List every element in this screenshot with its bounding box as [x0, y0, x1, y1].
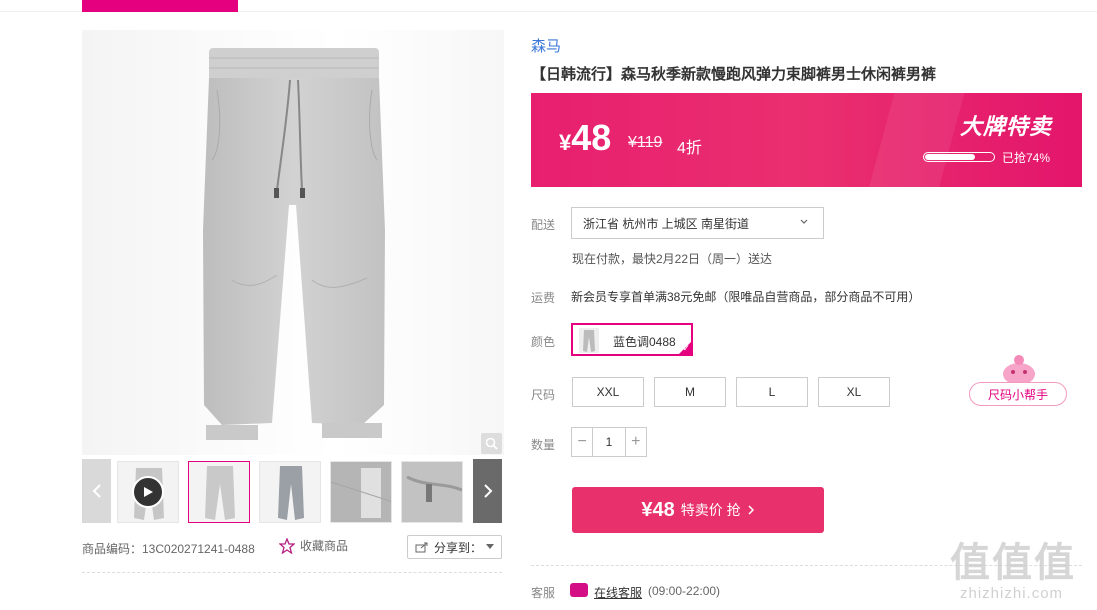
shipping-label: 运费	[531, 291, 556, 305]
thumbnail-pants-image	[205, 466, 235, 520]
favorite-button[interactable]: 收藏商品	[279, 537, 348, 554]
thumbnail-detail-image	[402, 462, 462, 522]
brand-link[interactable]: 森马	[531, 35, 561, 56]
current-price: ¥48	[559, 117, 611, 159]
quantity-label: 数量	[531, 438, 556, 452]
main-product-image[interactable]	[82, 30, 504, 455]
color-label: 颜色	[531, 335, 556, 349]
thumbnail-item[interactable]	[188, 461, 250, 523]
watermark-logo: 值值值	[950, 541, 1076, 585]
color-swatch-image	[579, 328, 599, 353]
currency-symbol: ¥	[559, 130, 572, 155]
chevron-left-icon	[92, 484, 101, 498]
zoom-button[interactable]	[481, 433, 502, 454]
size-label: 尺码	[531, 388, 556, 402]
share-label: 分享到：	[433, 540, 482, 555]
buy-button[interactable]: ¥48 特卖价 抢	[572, 487, 824, 533]
size-option-xl[interactable]: XL	[818, 377, 890, 407]
size-option-m[interactable]: M	[654, 377, 726, 407]
play-video-button[interactable]	[132, 476, 164, 508]
address-value: 浙江省 杭州市 上城区 南星街道	[583, 216, 750, 231]
checkmark-icon: ✓	[682, 343, 690, 353]
color-option-selected[interactable]: 蓝色调0488 ✓	[571, 323, 693, 356]
quantity-input[interactable]: 1	[593, 428, 624, 456]
service-hours: (09:00-22:00)	[648, 584, 721, 598]
banner-decoration	[862, 93, 970, 187]
sold-progress-bar	[923, 152, 995, 162]
watermark-url: zhizhizhi.com	[960, 585, 1064, 602]
quantity-minus-button[interactable]: −	[572, 428, 594, 456]
product-title: 【日韩流行】森马秋季新款慢跑风弹力束脚裤男士休闲裤男裤	[531, 66, 937, 83]
divider	[82, 572, 502, 573]
sold-progress-text: 已抢74%	[1002, 151, 1051, 165]
product-meta-row: 商品编码：13C020271241-0488 收藏商品 分享到：	[82, 535, 502, 559]
size-option-l[interactable]: L	[736, 377, 808, 407]
buy-label: 特卖价 抢	[680, 502, 741, 518]
discount-label: 4折	[677, 140, 702, 157]
thumbnail-item[interactable]	[401, 461, 463, 523]
play-icon	[144, 487, 153, 497]
chat-icon	[570, 583, 588, 597]
size-helper[interactable]: 尺码小帮手	[969, 352, 1067, 408]
size-helper-button[interactable]: 尺码小帮手	[969, 382, 1067, 406]
favorite-label: 收藏商品	[300, 539, 349, 553]
original-price: ¥119	[628, 134, 663, 151]
caret-down-icon	[486, 544, 494, 549]
color-option-label: 蓝色调0488	[613, 335, 676, 349]
sold-progress-fill	[925, 154, 975, 160]
mascot-icon	[1003, 355, 1035, 385]
thumbnail-fabric-image	[331, 462, 391, 522]
address-select[interactable]: 浙江省 杭州市 上城区 南星街道	[571, 207, 824, 239]
thumb-prev-button[interactable]	[82, 459, 111, 523]
thumbnail-pants-image	[278, 466, 304, 520]
delivery-eta: 现在付款，最快2月22日（周一）送达	[572, 252, 773, 266]
product-code: 商品编码：13C020271241-0488	[82, 542, 255, 556]
thumbnail-item[interactable]	[259, 461, 321, 523]
chevron-right-icon	[483, 484, 492, 498]
share-icon	[415, 542, 428, 553]
pants-image	[203, 48, 385, 440]
magnifier-icon	[485, 437, 498, 450]
delivery-label: 配送	[531, 218, 556, 232]
star-icon	[279, 537, 295, 554]
nav-active-indicator[interactable]	[82, 0, 238, 12]
buy-price: ¥48	[641, 498, 675, 521]
thumbnail-video[interactable]	[117, 461, 179, 523]
shipping-info: 新会员专享首单满38元免邮（限唯品自营商品，部分商品不可用）	[571, 290, 921, 304]
quantity-plus-button[interactable]: +	[624, 428, 646, 456]
current-price-value: 48	[571, 117, 612, 158]
service-label: 客服	[531, 586, 556, 600]
chevron-right-icon	[748, 505, 754, 515]
share-button[interactable]: 分享到：	[407, 535, 502, 559]
price-banner: ¥48 ¥119 4折 大牌特卖 已抢74%	[531, 93, 1082, 187]
online-service-link[interactable]: 在线客服	[594, 584, 642, 601]
top-nav-bar	[0, 0, 1097, 12]
thumbnail-item[interactable]	[330, 461, 392, 523]
size-option-xxl[interactable]: XXL	[572, 377, 644, 407]
chevron-down-icon	[800, 219, 808, 224]
thumbnail-strip	[82, 459, 502, 523]
thumb-next-button[interactable]	[473, 459, 502, 523]
sale-badge-title: 大牌特卖	[959, 114, 1052, 139]
quantity-stepper: − 1 +	[571, 427, 647, 457]
